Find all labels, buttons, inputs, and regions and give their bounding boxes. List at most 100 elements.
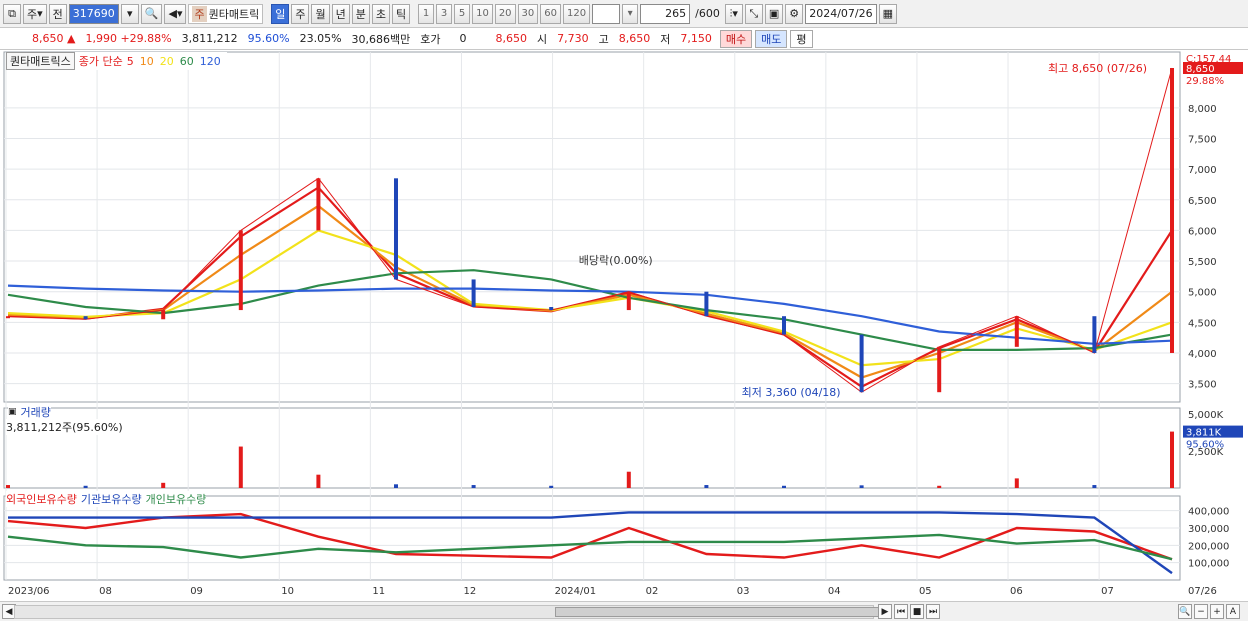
bottom-bar: ◀ ▶ ⏮ ■ ⏭ 🔍 − + A bbox=[0, 601, 1248, 621]
count-input[interactable]: 265 bbox=[640, 3, 691, 24]
price-tick-label: 4,000 bbox=[1188, 349, 1217, 360]
interval-30-button[interactable]: 30 bbox=[517, 3, 539, 24]
sell-button[interactable]: 매도 bbox=[755, 29, 788, 48]
interval-120-button[interactable]: 120 bbox=[563, 3, 591, 24]
volume-bar bbox=[6, 485, 10, 488]
chart-svg[interactable]: 8,000 7,500 7,000 6,500 6,000 5,500 5,000 4,500… bbox=[0, 50, 1248, 601]
indicator-name[interactable]: 퀀타매트릭스 bbox=[6, 52, 75, 70]
gear-icon[interactable]: ⚙ bbox=[785, 3, 804, 24]
price-candle bbox=[394, 178, 398, 280]
interval-60-button[interactable]: 60 bbox=[540, 3, 562, 24]
forward-icon[interactable]: ⏭ bbox=[926, 604, 940, 619]
zoom-out-icon[interactable]: − bbox=[1194, 604, 1208, 619]
date-input[interactable]: 2024/07/26 bbox=[805, 3, 877, 24]
price-candle bbox=[782, 316, 786, 335]
zoom-in-icon[interactable]: + bbox=[1210, 604, 1224, 619]
code-dropdown-icon[interactable]: ▾ bbox=[120, 3, 139, 24]
period-week-button[interactable]: 주 bbox=[291, 3, 310, 24]
holdings-tick-label: 100,000 bbox=[1188, 559, 1229, 570]
price-legend: 퀀타매트릭스 종가 단순 5 10 20 60 120 bbox=[6, 52, 227, 70]
volume-bar bbox=[161, 482, 166, 488]
volume-ratio: 95.60% bbox=[247, 32, 290, 45]
period-month-button[interactable]: 월 bbox=[311, 3, 330, 24]
stock-name-tag: 주 퀀타매트릭 bbox=[188, 3, 264, 24]
font-size-icon[interactable]: A bbox=[1226, 604, 1240, 619]
price-tick-label: 5,000 bbox=[1188, 288, 1217, 299]
settings-box-icon[interactable]: ▣ bbox=[8, 407, 17, 417]
high-label: 고 bbox=[598, 32, 609, 46]
price-tick-label: 7,500 bbox=[1188, 134, 1217, 145]
volume-bar bbox=[937, 485, 942, 488]
price-tick-label: 6,500 bbox=[1188, 196, 1217, 207]
evaluate-button[interactable]: 평 bbox=[790, 29, 813, 48]
zoom-icon[interactable]: 🔍 bbox=[1178, 604, 1192, 619]
period-tick-button[interactable]: 틱 bbox=[391, 3, 411, 24]
chart-area[interactable]: 8,000 7,500 7,000 6,500 6,000 5,500 5,000 4,500… bbox=[0, 50, 1248, 601]
open-price: 7,730 bbox=[557, 32, 589, 45]
open-label: 시 bbox=[537, 32, 548, 46]
volume-bar bbox=[704, 485, 709, 488]
quote-bar: 8,650 ▲ 1,990 +29.88% 3,811,212 95.60% 2… bbox=[0, 28, 1248, 50]
time-tick-label: 2024/01 bbox=[555, 586, 597, 597]
scroll-thumb[interactable] bbox=[555, 607, 885, 617]
scroll-track[interactable] bbox=[14, 605, 885, 619]
stop-icon[interactable]: ■ bbox=[910, 604, 924, 619]
search-icon[interactable]: 🔍 bbox=[140, 3, 163, 24]
drawing-tool-icon[interactable]: ⤡ bbox=[744, 3, 763, 24]
quote-label: 호가 bbox=[420, 32, 441, 46]
interval-1-button[interactable]: 1 bbox=[418, 3, 435, 24]
candle-type-icon[interactable]: ⫶▾ bbox=[724, 3, 743, 24]
time-tick-label: 08 bbox=[99, 586, 112, 597]
time-tick-label: 04 bbox=[828, 586, 841, 597]
calendar-icon[interactable]: ▦ bbox=[878, 3, 898, 24]
time-tick-label: 2023/06 bbox=[8, 586, 50, 597]
price-candle bbox=[316, 178, 321, 231]
save-icon[interactable]: ▣ bbox=[764, 3, 784, 24]
custom-interval-input[interactable] bbox=[592, 3, 621, 24]
window-layout-icon[interactable]: ⧉ bbox=[3, 3, 21, 24]
stock-code-input[interactable]: 317690 bbox=[68, 3, 119, 24]
turnover: 23.05% bbox=[299, 32, 342, 45]
market-type-dropdown[interactable]: 주 ▾ bbox=[23, 3, 47, 24]
quote-value: 0 bbox=[459, 32, 467, 45]
period-second-button[interactable]: 초 bbox=[371, 3, 390, 24]
date-tag: 07/26 bbox=[1188, 586, 1217, 597]
interval-10-button[interactable]: 10 bbox=[472, 3, 493, 24]
volume-panel-title: 거래량 bbox=[20, 406, 51, 419]
volume-bar bbox=[1014, 478, 1019, 488]
price-candle bbox=[937, 346, 942, 393]
volume-pct-tag: 95.60% bbox=[1186, 440, 1224, 451]
prev-button[interactable]: 전 bbox=[48, 3, 67, 24]
interval-3-button[interactable]: 3 bbox=[436, 3, 453, 24]
interval-5-button[interactable]: 5 bbox=[454, 3, 471, 24]
interval-dropdown-icon[interactable]: ▾ bbox=[622, 3, 639, 24]
buy-button[interactable]: 매수 bbox=[719, 29, 753, 48]
holdings-legend: 외국인보유수량 기관보유수량 개인보유수량 bbox=[6, 491, 207, 507]
foreign-legend: 외국인보유수량 bbox=[6, 493, 77, 506]
scroll-right-icon[interactable]: ▶ bbox=[878, 604, 892, 619]
current-pct-tag: 29.88% bbox=[1186, 76, 1224, 87]
volume-legend: ▣ 거래량 bbox=[8, 404, 51, 420]
volume-bar bbox=[316, 474, 321, 488]
panel-frame-1 bbox=[3, 407, 1181, 489]
price-tick-label: 3,500 bbox=[1188, 380, 1217, 391]
price-tick-label: 4,500 bbox=[1188, 318, 1217, 329]
price-candle bbox=[704, 291, 709, 317]
institution-legend: 기관보유수량 bbox=[80, 493, 142, 506]
interval-20-button[interactable]: 20 bbox=[494, 3, 516, 24]
period-year-button[interactable]: 년 bbox=[331, 3, 350, 24]
price-candle bbox=[549, 307, 554, 311]
price-candle bbox=[626, 291, 631, 311]
volume-tick-label: 5,000K bbox=[1188, 410, 1224, 421]
period-day-button[interactable]: 일 bbox=[271, 3, 290, 24]
ma-period-120: 120 bbox=[199, 54, 221, 68]
time-tick-label: 06 bbox=[1010, 586, 1023, 597]
sound-icon[interactable]: ◀▾ bbox=[164, 3, 187, 24]
holdings-tick-label: 300,000 bbox=[1188, 524, 1229, 535]
period-minute-button[interactable]: 분 bbox=[351, 3, 370, 24]
price-candle bbox=[859, 334, 864, 393]
current-price: 8,650 ▲ bbox=[32, 32, 76, 45]
current-price-tag: 8,650 bbox=[1186, 64, 1215, 75]
time-tick-label: 12 bbox=[463, 586, 476, 597]
rewind-icon[interactable]: ⏮ bbox=[894, 604, 908, 619]
